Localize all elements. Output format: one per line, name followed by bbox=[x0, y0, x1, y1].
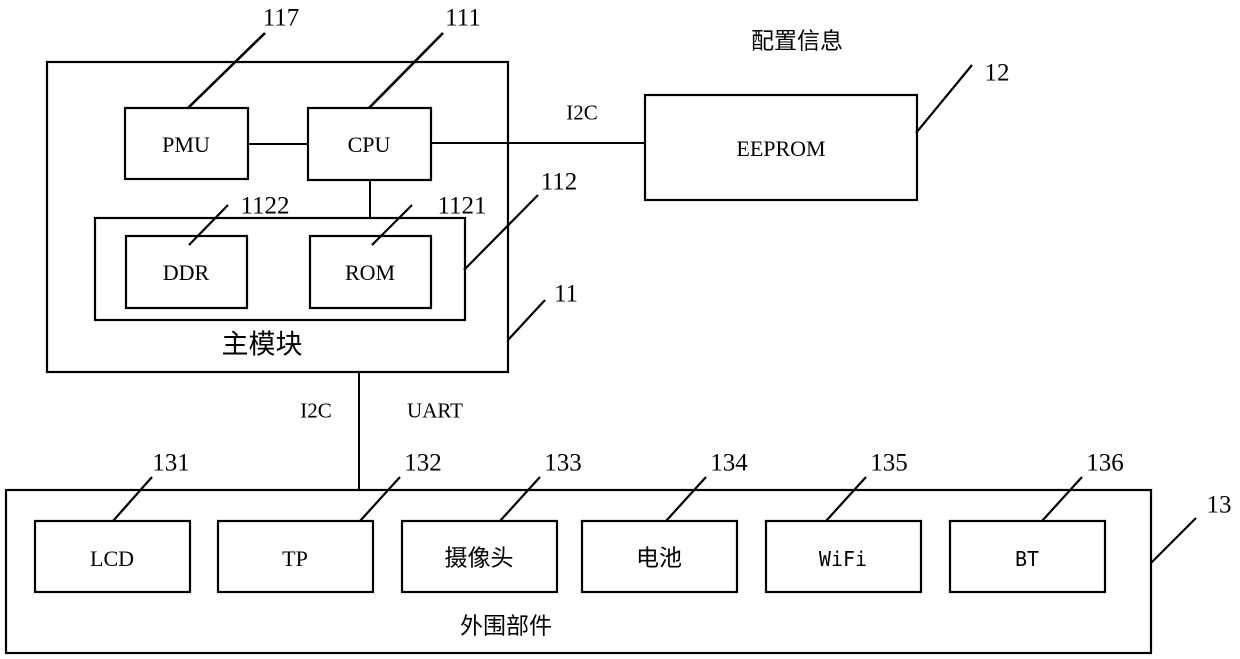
cpu-label: CPU bbox=[347, 132, 391, 157]
leader-1122 bbox=[188, 204, 229, 246]
peripheral-label-camera: 摄像头 bbox=[444, 545, 514, 572]
ref-label-131: 131 bbox=[152, 449, 190, 477]
ref-label-133: 133 bbox=[544, 449, 582, 477]
patent-block-diagram: 117 111 1122 1121 112 11 12 13 131 132 1… bbox=[0, 0, 1240, 659]
ref-label-132: 132 bbox=[404, 449, 442, 477]
ref-label-135: 135 bbox=[870, 449, 908, 477]
peripheral-label-tp: TP bbox=[282, 546, 308, 571]
ref-label-1122: 1122 bbox=[240, 192, 290, 220]
config-info-note: 配置信息 bbox=[751, 28, 843, 55]
main-module-label: 主模块 bbox=[221, 329, 303, 361]
leader-11 bbox=[507, 299, 546, 341]
ref-label-134: 134 bbox=[710, 449, 748, 477]
eeprom-bus-label: I2C bbox=[566, 100, 598, 125]
ref-label-12: 12 bbox=[984, 59, 1010, 87]
leader-134 bbox=[665, 476, 707, 522]
eeprom-label: EEPROM bbox=[736, 136, 826, 161]
peripheral-label-wifi: WiFi bbox=[818, 547, 868, 571]
peripheral-label-bt: BT bbox=[1014, 547, 1040, 571]
leader-12 bbox=[915, 64, 973, 134]
ref-label-13: 13 bbox=[1206, 491, 1232, 519]
ref-label-111: 111 bbox=[445, 4, 481, 32]
leader-117 bbox=[187, 32, 266, 109]
ref-label-117: 117 bbox=[262, 4, 300, 32]
memory-group-box bbox=[93, 216, 467, 322]
leader-132 bbox=[359, 476, 401, 522]
rom-label: ROM bbox=[344, 260, 396, 285]
peripheral-bus-right-label: UART bbox=[407, 398, 463, 423]
pmu-label: PMU bbox=[162, 132, 210, 157]
ref-label-112: 112 bbox=[540, 168, 578, 196]
leader-13 bbox=[1150, 517, 1197, 564]
peripheral-label-lcd: LCD bbox=[90, 546, 134, 571]
ref-label-11: 11 bbox=[553, 280, 579, 308]
ref-label-1121: 1121 bbox=[437, 192, 487, 220]
ddr-label: DDR bbox=[162, 260, 210, 285]
leader-133 bbox=[499, 476, 541, 522]
peripheral-bus-left-label: I2C bbox=[300, 398, 332, 423]
peripherals-box bbox=[4, 488, 1153, 655]
leader-1121 bbox=[371, 204, 413, 246]
leader-135 bbox=[825, 476, 867, 522]
ref-label-136: 136 bbox=[1086, 449, 1124, 477]
leader-136 bbox=[1041, 476, 1083, 522]
leader-111 bbox=[368, 32, 444, 109]
leader-131 bbox=[112, 476, 153, 522]
peripheral-label-battery: 电池 bbox=[636, 545, 682, 572]
diagram-lines-layer bbox=[4, 32, 1197, 655]
peripherals-label: 外围部件 bbox=[460, 613, 552, 640]
